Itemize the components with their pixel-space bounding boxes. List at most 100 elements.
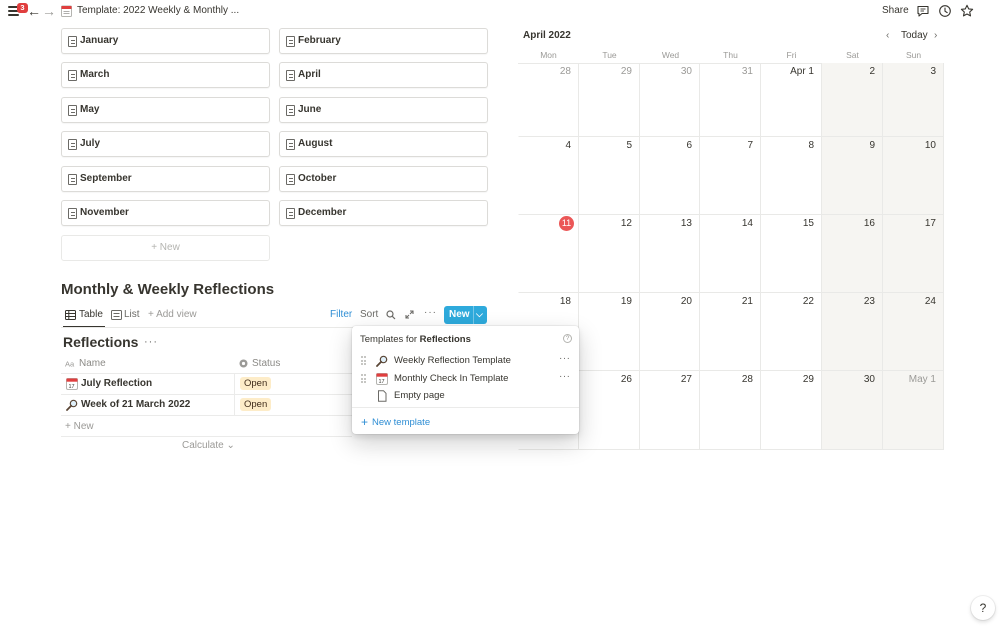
status-badge[interactable]: Open [240,398,272,411]
drag-handle-icon[interactable] [361,374,367,383]
month-card-february[interactable]: February [279,28,488,54]
month-card-november[interactable]: November [61,200,270,226]
back-arrow-icon[interactable]: ← [27,3,41,19]
calculate-button[interactable]: Calculate ⌄ [182,440,235,451]
calendar-day-cell[interactable]: 16 [822,215,883,293]
calendar-day-cell[interactable]: 29 [761,371,822,450]
row-name[interactable]: July Reflection [81,378,152,389]
tab-list[interactable]: List [124,309,140,320]
calendar-day-cell[interactable]: 7 [700,137,761,215]
calendar-day-cell[interactable]: Apr 1 [761,63,822,137]
calendar-day-cell[interactable]: 30 [822,371,883,450]
page-icon [286,36,295,47]
text-property-icon: Aa [65,360,75,369]
database-title[interactable]: Reflections [63,334,138,350]
calendar-day-cell[interactable]: 31 [700,63,761,137]
filter-button[interactable]: Filter [330,309,352,320]
sort-button[interactable]: Sort [360,309,378,320]
month-card-july[interactable]: July [61,131,270,157]
help-button[interactable]: ? [971,596,995,620]
calendar-day-cell[interactable]: 27 [640,371,700,450]
template-item-empty-page[interactable]: Empty page [352,387,579,405]
svg-text:17: 17 [379,379,385,385]
month-card-december[interactable]: December [279,200,488,226]
calendar-day-cell[interactable]: 8 [761,137,822,215]
more-options-icon[interactable]: ··· [424,307,437,318]
column-header-status[interactable]: Status [252,358,280,369]
calendar-day-cell[interactable]: 17 [883,215,944,293]
calendar-day-cell[interactable]: 20 [640,293,700,371]
forward-arrow-icon[interactable]: → [42,3,56,19]
expand-icon[interactable] [405,310,414,319]
calendar-day-cell[interactable]: 11 [518,215,579,293]
today-date-marker: 11 [559,216,574,231]
calendar-day-cell[interactable]: 9 [822,137,883,215]
calendar-day-cell[interactable]: May 1 [883,371,944,450]
table-new-row-button[interactable]: + New [65,421,94,432]
tab-table[interactable]: Table [79,309,103,320]
month-card-august[interactable]: August [279,131,488,157]
column-header-name[interactable]: Name [79,358,106,369]
month-card-may[interactable]: May [61,97,270,123]
add-view-button[interactable]: + Add view [148,309,197,320]
calendar-day-cell[interactable]: 10 [883,137,944,215]
calendar-day-cell[interactable]: 13 [640,215,700,293]
search-icon[interactable] [386,310,396,320]
calendar-day-cell[interactable]: 26 [579,371,640,450]
drag-handle-icon[interactable] [361,356,367,365]
month-card-april[interactable]: April [279,62,488,88]
page-title-breadcrumb[interactable]: Template: 2022 Weekly & Monthly ... [77,5,239,16]
chevron-left-icon[interactable]: ‹ [886,30,889,41]
help-icon[interactable]: ? [563,334,572,343]
calendar-day-cell[interactable]: 28 [518,63,579,137]
day-number: 20 [680,296,692,307]
month-card-january[interactable]: January [61,28,270,54]
calendar-day-cell[interactable]: 2 [822,63,883,137]
month-card-june[interactable]: June [279,97,488,123]
template-item[interactable]: 17 Monthly Check In Template ··· [352,370,579,388]
day-number: 14 [741,218,753,229]
new-button[interactable]: New ⌵ [444,306,487,324]
month-card-september[interactable]: September [61,166,270,192]
calendar-day-cell[interactable]: 3 [883,63,944,137]
calendar-day-cell[interactable]: 21 [700,293,761,371]
more-options-icon[interactable]: ··· [559,371,571,382]
share-button[interactable]: Share [882,5,909,16]
database-more-icon[interactable]: ··· [144,336,158,348]
calendar-day-cell[interactable]: 6 [640,137,700,215]
top-bar: 3 ← → Template: 2022 Weekly & Monthly ..… [0,0,1005,23]
today-button[interactable]: Today [901,30,928,41]
calendar-day-cell[interactable]: 29 [579,63,640,137]
day-number: 4 [565,140,571,151]
calendar-day-cell[interactable]: 5 [579,137,640,215]
template-item[interactable]: Weekly Reflection Template ··· [352,352,579,370]
favorite-star-icon[interactable] [960,4,974,18]
day-number: 22 [802,296,814,307]
status-badge[interactable]: Open [240,377,272,390]
new-button-label: New [449,309,470,320]
calendar-day-cell[interactable]: 28 [700,371,761,450]
calendar-day-cell[interactable]: 22 [761,293,822,371]
row-name[interactable]: Week of 21 March 2022 [81,399,190,410]
calendar-day-cell[interactable]: 30 [640,63,700,137]
day-number: 19 [620,296,632,307]
comments-icon[interactable] [916,4,930,18]
calendar-day-cell[interactable]: 14 [700,215,761,293]
calendar-day-cell[interactable]: 23 [822,293,883,371]
new-template-button[interactable]: + New template [361,414,430,429]
chevron-right-icon[interactable]: › [934,30,937,41]
history-clock-icon[interactable] [938,4,952,18]
month-card-march[interactable]: March [61,62,270,88]
calendar-day-cell[interactable]: 19 [579,293,640,371]
month-card-october[interactable]: October [279,166,488,192]
calendar-day-cell[interactable]: 12 [579,215,640,293]
calendar-day-cell[interactable]: 24 [883,293,944,371]
more-options-icon[interactable]: ··· [559,353,571,364]
calendar-day-cell[interactable]: 15 [761,215,822,293]
chevron-down-icon[interactable]: ⌵ [476,309,483,320]
sidebar-menu-icon[interactable]: 3 [8,3,28,18]
calendar-day-cell[interactable]: 4 [518,137,579,215]
divider [473,306,474,324]
month-label: May [80,104,100,115]
gallery-new-button[interactable]: + New [61,235,270,261]
